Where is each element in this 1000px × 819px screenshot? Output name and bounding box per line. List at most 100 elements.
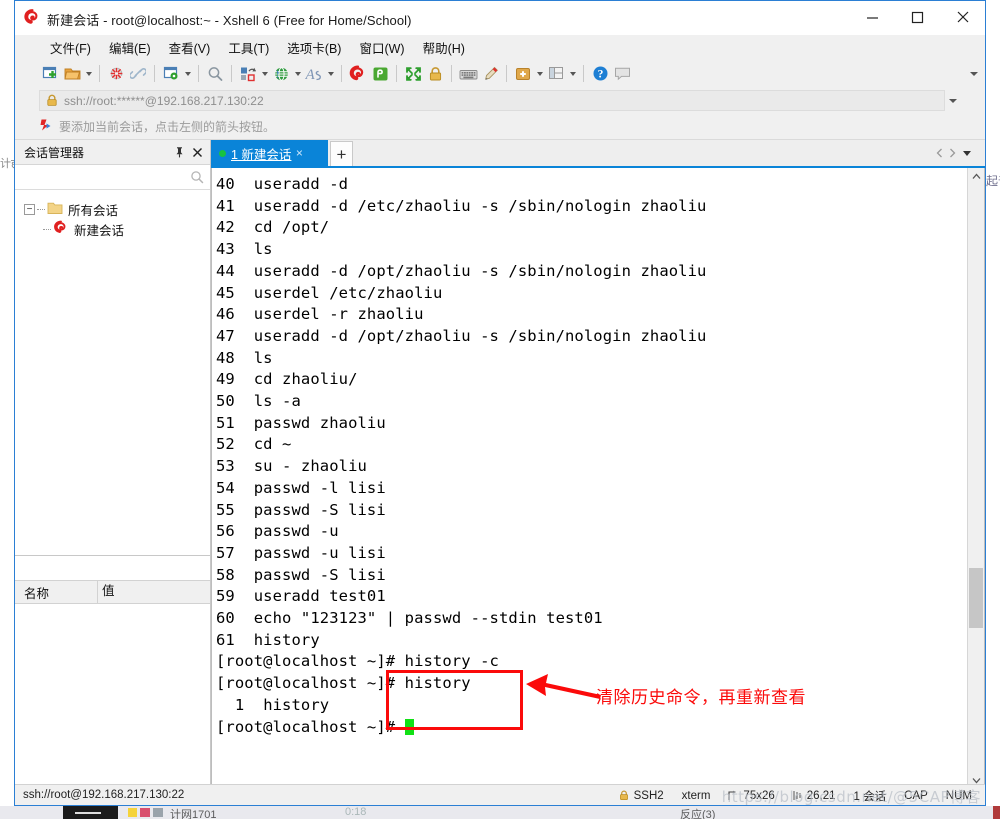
toolbar: A ? (15, 60, 985, 87)
help-icon[interactable]: ? (589, 62, 611, 85)
window-title: 新建会话 - root@localhost:~ - Xshell 6 (Free… (47, 13, 412, 28)
open-folder-icon[interactable] (61, 62, 83, 85)
terminal-window: 40 useradd -d 41 useradd -d /etc/zhaoliu… (211, 168, 985, 790)
new-session-icon[interactable] (39, 62, 61, 85)
tab-navigation (933, 140, 975, 166)
toolbar-separator (583, 65, 584, 82)
link-icon[interactable] (127, 62, 149, 85)
transfer-icon[interactable] (237, 62, 259, 85)
arrow-flag-icon (39, 118, 53, 135)
disconnect-icon[interactable] (105, 62, 127, 85)
address-input[interactable]: ssh://root:******@192.168.217.130:22 (39, 90, 945, 111)
comment-icon[interactable] (611, 62, 633, 85)
tab-new-session[interactable]: 1 新建会话 × (211, 140, 328, 166)
menu-help[interactable]: 帮助(H) (414, 35, 474, 60)
session-manager-header-buttons (170, 140, 206, 164)
open-folder-dropdown-icon[interactable] (83, 62, 94, 85)
notice-bar: 要添加当前会话，点击左侧的箭头按钮。 (15, 114, 985, 140)
keyboard-icon[interactable] (457, 62, 479, 85)
taskbar-item-label: 计网1701 (170, 809, 217, 819)
taskbar-swatch-2 (140, 808, 150, 817)
address-dropdown-icon[interactable] (945, 90, 961, 111)
window-body: 会话管理器 − 所有会话 新建会话 名称 值 1 新建会话 × + 40 use… (15, 140, 985, 790)
menu-edit[interactable]: 编辑(E) (100, 35, 160, 60)
folder-icon (47, 201, 63, 218)
status-connection: ssh://root@192.168.217.130:22 (23, 789, 185, 801)
tree-node-new-session[interactable]: 新建会话 (43, 219, 210, 239)
terminal-pane: 1 新建会话 × + 40 useradd -d 41 useradd -d /… (211, 140, 985, 790)
scrollbar-thumb[interactable] (969, 568, 983, 628)
tab-list-icon[interactable] (959, 140, 975, 166)
menu-view[interactable]: 查看(V) (160, 35, 220, 60)
properties-header: 名称 值 (15, 580, 210, 604)
menu-tabs[interactable]: 选项卡(B) (278, 35, 350, 60)
layout-dropdown-icon[interactable] (567, 62, 578, 85)
xshell-icon[interactable] (347, 62, 369, 85)
font-icon[interactable]: A (303, 62, 325, 85)
session-search-input[interactable] (15, 165, 210, 190)
status-terminal-type: xterm (681, 789, 711, 802)
session-manager-header: 会话管理器 (15, 140, 210, 165)
fullscreen-icon[interactable] (402, 62, 424, 85)
find-icon[interactable] (204, 62, 226, 85)
properties-col-value: 值 (97, 580, 210, 604)
layout-icon[interactable] (545, 62, 567, 85)
xftp-icon[interactable] (369, 62, 391, 85)
tab-label: 1 新建会话 (231, 147, 292, 162)
status-cursor-position: 26,21 (784, 790, 845, 802)
close-icon[interactable] (188, 140, 206, 164)
status-right-group: SSH2 xterm 75x26 26,21 1 会话 CAP NUM (610, 785, 981, 806)
notice-text: 要添加当前会话，点击左侧的箭头按钮。 (59, 120, 276, 134)
scrollbar-up-icon[interactable] (968, 168, 984, 185)
lock-icon (619, 790, 629, 801)
terminal-line: 60 echo "123123" | passwd --stdin test01 (216, 609, 603, 628)
terminal-prompt-line: [root@localhost ~]# history (216, 674, 471, 693)
session-manager-title: 会话管理器 (24, 145, 85, 160)
tab-close-icon[interactable]: × (291, 140, 307, 166)
terminal-line: 51 passwd zhaoliu (216, 413, 386, 432)
resize-icon (728, 790, 738, 801)
terminal-cursor (404, 718, 414, 735)
session-manager-panel: 会话管理器 − 所有会话 新建会话 名称 值 (15, 140, 211, 790)
new-tab-button[interactable]: + (330, 141, 353, 166)
cursor-icon (793, 790, 802, 801)
tab-prev-icon[interactable] (933, 140, 946, 166)
toolbar-separator (396, 65, 397, 82)
menu-tools[interactable]: 工具(T) (219, 35, 278, 60)
lock-icon[interactable] (424, 62, 446, 85)
tab-next-icon[interactable] (946, 140, 959, 166)
tree-dots (43, 228, 51, 230)
status-cursor-text: 26,21 (806, 789, 836, 802)
globe-dropdown-icon[interactable] (292, 62, 303, 85)
font-dropdown-icon[interactable] (325, 62, 336, 85)
properties-body (15, 605, 210, 790)
window-controls (850, 1, 985, 34)
toolbar-separator (99, 65, 100, 82)
pin-icon[interactable] (170, 140, 188, 164)
terminal-line: 50 ls -a (216, 392, 301, 411)
terminal-output[interactable]: 40 useradd -d 41 useradd -d /etc/zhaoliu… (212, 168, 967, 789)
menu-file[interactable]: 文件(F) (41, 35, 100, 60)
transfer-dropdown-icon[interactable] (259, 62, 270, 85)
terminal-scrollbar[interactable] (967, 168, 984, 789)
expander-icon[interactable]: − (24, 203, 35, 215)
session-properties-icon[interactable] (160, 62, 182, 85)
highlight-icon[interactable] (479, 62, 501, 85)
close-button[interactable] (940, 1, 985, 33)
maximize-button[interactable] (895, 1, 940, 33)
annotation-text: 清除历史命令，再重新查看 (596, 688, 806, 708)
session-properties-dropdown-icon[interactable] (182, 62, 193, 85)
terminal-line: 44 useradd -d /opt/zhaoliu -s /sbin/nolo… (216, 261, 707, 280)
terminal-line: 53 su - zhaoliu (216, 457, 367, 476)
taskbar-time: 0:18 (345, 806, 367, 818)
minimize-button[interactable] (850, 1, 895, 33)
tree-node-all-sessions[interactable]: − 所有会话 (24, 199, 210, 219)
add-note-dropdown-icon[interactable] (534, 62, 545, 85)
terminal-line: 43 ls (216, 240, 273, 259)
terminal-line: 40 useradd -d (216, 175, 349, 193)
toolbar-overflow-icon[interactable] (969, 69, 979, 79)
terminal-active-prompt: [root@localhost ~]# (216, 717, 967, 739)
menu-window[interactable]: 窗口(W) (350, 35, 413, 60)
add-note-icon[interactable] (512, 62, 534, 85)
globe-icon[interactable] (270, 62, 292, 85)
